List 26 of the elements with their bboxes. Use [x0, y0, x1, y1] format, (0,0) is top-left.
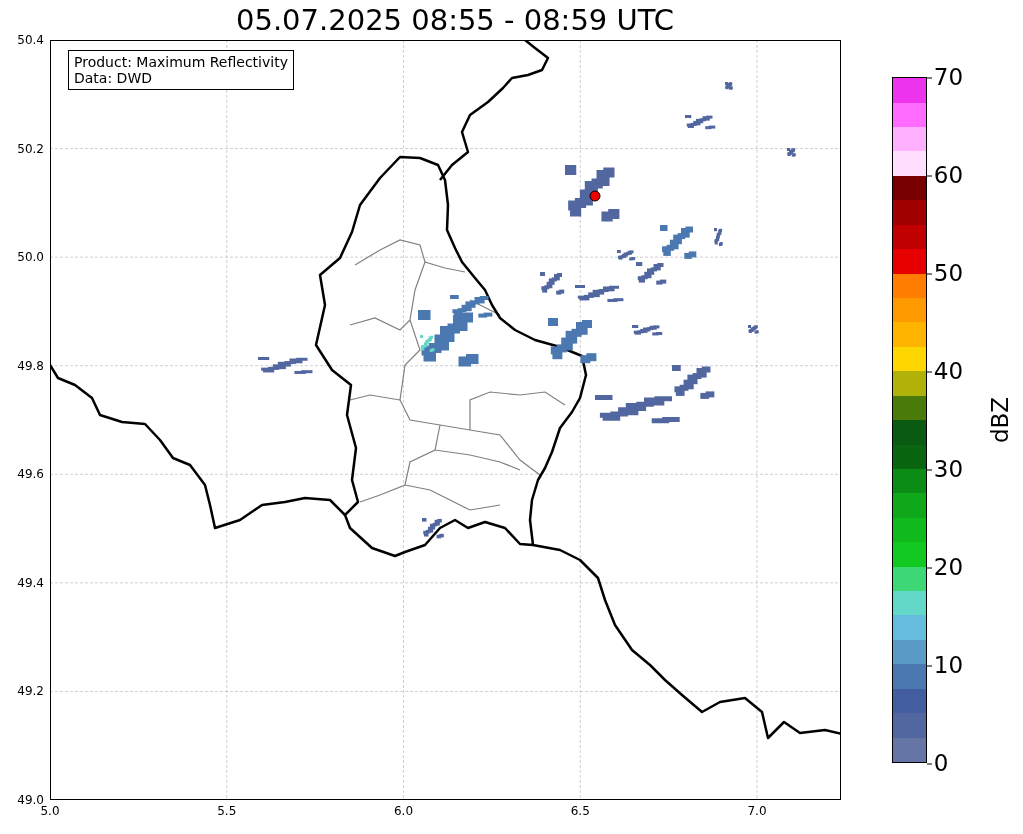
- y-tick-label: 49.0: [17, 794, 44, 806]
- y-tick-label: 50.4: [17, 34, 44, 46]
- colorbar-tick-label: 50: [926, 261, 964, 285]
- colorbar-tick-label: 70: [926, 65, 964, 89]
- x-tick-label: 7.0: [747, 805, 767, 817]
- y-tick-label: 50.2: [17, 142, 44, 155]
- x-tick-label: 6.5: [570, 805, 590, 817]
- y-tick-label: 49.4: [17, 576, 44, 589]
- colorbar-tick-label: 40: [926, 359, 964, 383]
- colorbar-tick-label: 0: [926, 751, 949, 775]
- x-tick-label: 5.0: [40, 805, 60, 817]
- location-marker-icon: [589, 190, 601, 202]
- y-tick-label: 49.2: [17, 685, 44, 698]
- x-tick-label: 6.0: [393, 805, 414, 817]
- colorbar-label: dBZ: [986, 396, 1013, 444]
- colorbar-tick-label: 30: [926, 457, 964, 481]
- x-tick-label: 5.5: [217, 805, 237, 817]
- colorbar-tick-label: 10: [926, 653, 964, 677]
- legend-text: Data: DWD: [74, 70, 153, 86]
- chart-title: 05.07.2025 08:55 - 08:59 UTC: [235, 1, 675, 39]
- y-tick-label: 49.8: [17, 359, 44, 372]
- y-tick-label: 50.0: [17, 251, 44, 264]
- colorbar-tick-label: 20: [926, 555, 964, 579]
- legend-text: Product: Maximum Reflectivity: [74, 54, 288, 70]
- y-tick-label: 49.6: [17, 468, 44, 481]
- colorbar-tick-label: 60: [926, 163, 964, 187]
